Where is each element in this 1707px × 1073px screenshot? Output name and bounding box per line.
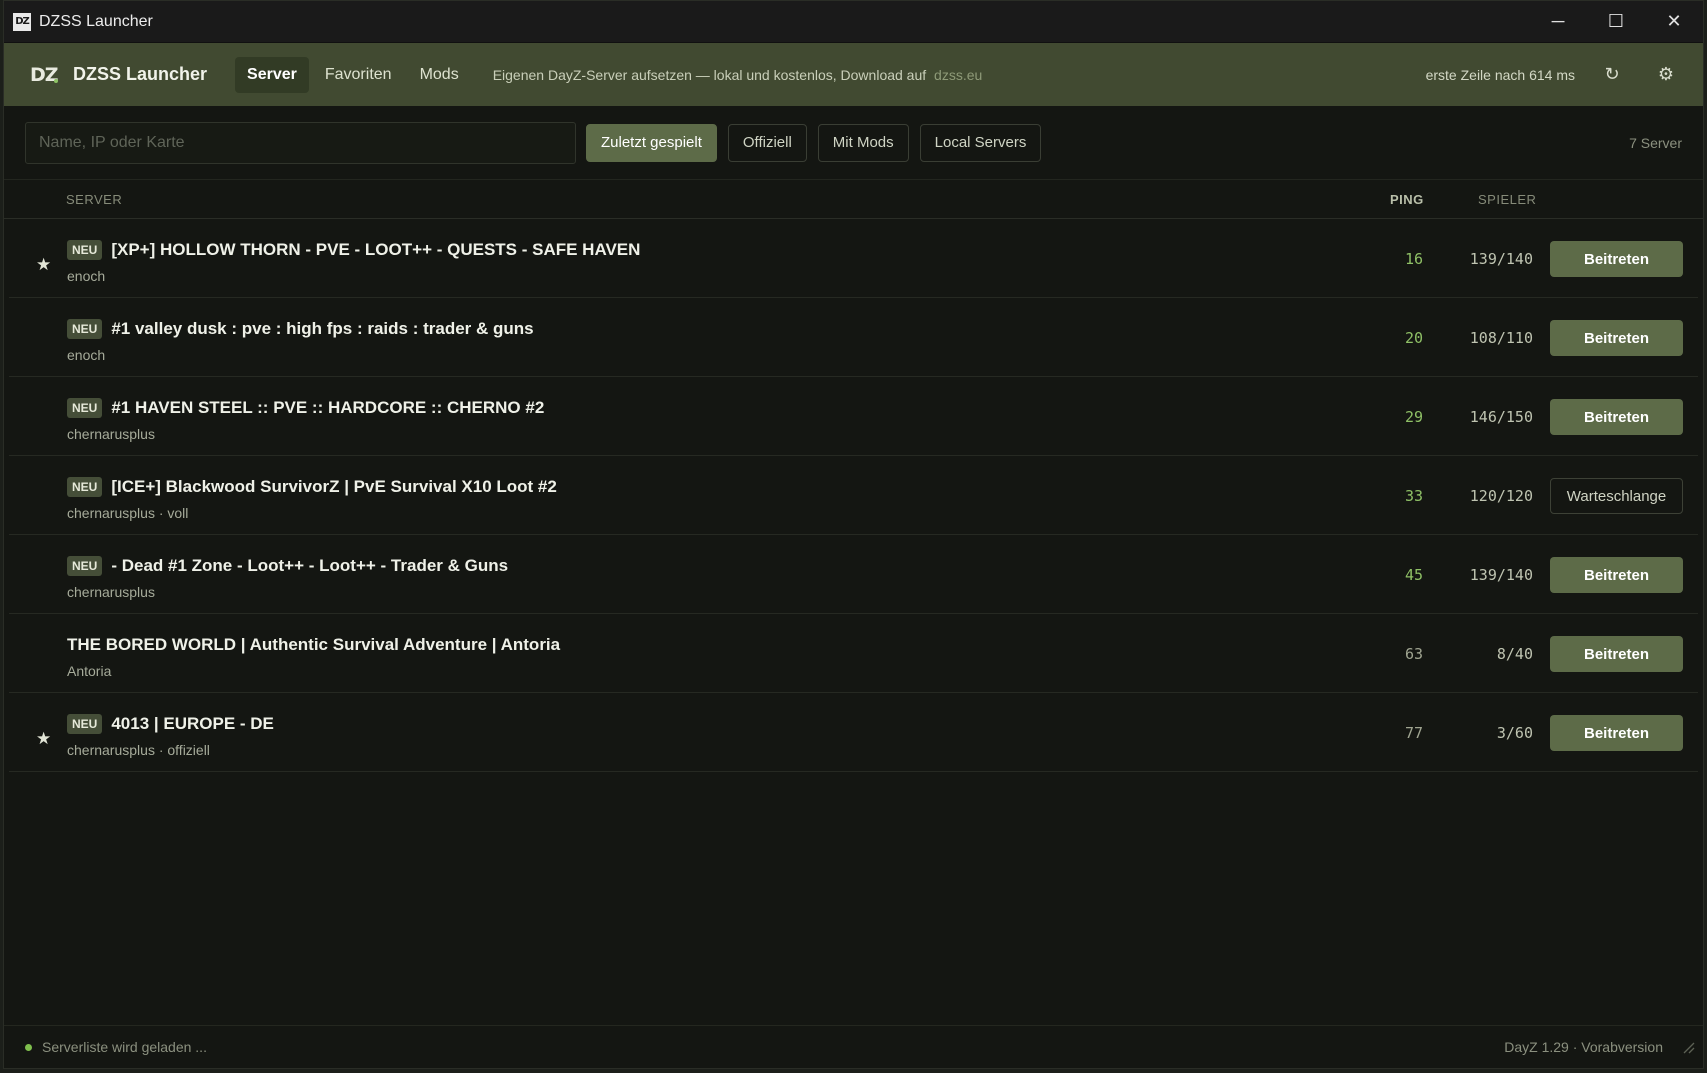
promo-banner: Eigenen DayZ-Server aufsetzen — lokal un… bbox=[493, 67, 983, 83]
new-badge: NEU bbox=[67, 556, 103, 576]
app-header: DZ DZSS Launcher Server Favoriten Mods E… bbox=[4, 43, 1703, 106]
server-players: 3/60 bbox=[1496, 724, 1533, 742]
table-row[interactable]: NEU - Dead #1 Zone - Loot++ - Loot++ - T… bbox=[9, 535, 1698, 614]
load-time-status: erste Zeile nach 614 ms bbox=[1425, 66, 1575, 83]
server-players: 139/140 bbox=[1469, 250, 1533, 268]
join-button[interactable]: Beitreten bbox=[1550, 715, 1683, 751]
filter-mit-mods[interactable]: Mit Mods bbox=[817, 123, 909, 162]
app-window: DZ DZSS Launcher ─ ☐ ✕ DZ DZSS Launcher … bbox=[3, 0, 1704, 1069]
filter-offiziell[interactable]: Offiziell bbox=[727, 123, 807, 162]
title-bar: DZ DZSS Launcher ─ ☐ ✕ bbox=[4, 1, 1703, 43]
server-players: 8/40 bbox=[1496, 645, 1533, 663]
search-input[interactable] bbox=[25, 121, 576, 164]
server-title: NEU [XP+] HOLLOW THORN - PVE - LOOT++ - … bbox=[67, 240, 640, 260]
join-button[interactable]: Beitreten bbox=[1550, 320, 1683, 356]
server-count: 7 Server bbox=[1629, 134, 1682, 151]
server-players: 108/110 bbox=[1469, 329, 1533, 347]
server-name: [XP+] HOLLOW THORN - PVE - LOOT++ - QUES… bbox=[111, 240, 641, 259]
server-ping: 45 bbox=[1404, 566, 1424, 584]
window-title: DZSS Launcher bbox=[39, 12, 153, 30]
tab-mods[interactable]: Mods bbox=[408, 57, 471, 93]
promo-text: Eigenen DayZ-Server aufsetzen — lokal un… bbox=[492, 66, 927, 83]
server-title: NEU - Dead #1 Zone - Loot++ - Loot++ - T… bbox=[67, 556, 508, 576]
column-header-ping[interactable]: PING bbox=[1390, 192, 1424, 207]
server-map: Antoria bbox=[67, 663, 112, 679]
table-header: SERVER PING SPIELER bbox=[4, 180, 1703, 219]
loading-indicator-icon bbox=[25, 1043, 32, 1051]
server-name: - Dead #1 Zone - Loot++ - Loot++ - Trade… bbox=[111, 556, 509, 575]
server-name: 4013 | EUROPE - DE bbox=[111, 714, 274, 733]
server-name: [ICE+] Blackwood SurvivorZ | PvE Surviva… bbox=[111, 477, 557, 496]
server-title: NEU #1 HAVEN STEEL :: PVE :: HARDCORE ::… bbox=[67, 398, 544, 418]
server-map: chernarusplus bbox=[67, 426, 155, 442]
table-row[interactable]: NEU #1 valley dusk : pve : high fps : ra… bbox=[9, 298, 1698, 377]
server-map: chernarusplus bbox=[67, 584, 155, 600]
table-row[interactable]: NEU [ICE+] Blackwood SurvivorZ | PvE Sur… bbox=[9, 456, 1698, 535]
server-title: NEU #1 valley dusk : pve : high fps : ra… bbox=[67, 319, 534, 339]
server-name: #1 valley dusk : pve : high fps : raids … bbox=[111, 319, 534, 338]
server-name: #1 HAVEN STEEL :: PVE :: HARDCORE :: CHE… bbox=[111, 398, 545, 417]
close-button[interactable]: ✕ bbox=[1645, 1, 1703, 42]
app-name: DZSS Launcher bbox=[73, 64, 208, 84]
tab-favoriten[interactable]: Favoriten bbox=[313, 57, 404, 93]
column-header-server[interactable]: SERVER bbox=[66, 192, 122, 207]
gear-icon[interactable]: ⚙ bbox=[1655, 64, 1677, 86]
new-badge: NEU bbox=[67, 240, 103, 260]
new-badge: NEU bbox=[67, 398, 103, 418]
new-badge: NEU bbox=[67, 319, 103, 339]
filter-local-servers[interactable]: Local Servers bbox=[919, 123, 1042, 162]
promo-link[interactable]: dzss.eu bbox=[934, 67, 982, 83]
main-nav: Server Favoriten Mods bbox=[235, 56, 471, 93]
join-button[interactable]: Beitreten bbox=[1550, 399, 1683, 435]
join-button[interactable]: Beitreten bbox=[1550, 636, 1683, 672]
server-ping: 33 bbox=[1404, 487, 1424, 505]
window-logo-icon: DZ bbox=[13, 12, 31, 31]
filter-zuletzt-gespielt[interactable]: Zuletzt gespielt bbox=[586, 123, 717, 162]
server-ping: 16 bbox=[1404, 250, 1424, 268]
table-row[interactable]: THE BORED WORLD | Authentic Survival Adv… bbox=[9, 614, 1698, 693]
server-players: 146/150 bbox=[1469, 408, 1533, 426]
server-title: NEU [ICE+] Blackwood SurvivorZ | PvE Sur… bbox=[67, 477, 557, 497]
join-button[interactable]: Beitreten bbox=[1550, 557, 1683, 593]
filter-bar: Zuletzt gespielt Offiziell Mit Mods Loca… bbox=[4, 106, 1703, 180]
new-badge: NEU bbox=[67, 714, 103, 734]
server-ping: 63 bbox=[1404, 645, 1424, 663]
join-button[interactable]: Beitreten bbox=[1550, 241, 1683, 277]
tab-server[interactable]: Server bbox=[235, 56, 309, 93]
server-map: enoch bbox=[67, 268, 106, 284]
server-title: THE BORED WORLD | Authentic Survival Adv… bbox=[67, 635, 560, 655]
queue-button[interactable]: Warteschlange bbox=[1550, 478, 1683, 514]
version-label: DayZ 1.29 · Vorabversion bbox=[1504, 1039, 1663, 1055]
new-badge: NEU bbox=[67, 477, 103, 497]
server-map: chernarusplus · voll bbox=[67, 505, 189, 521]
server-players: 120/120 bbox=[1469, 487, 1533, 505]
table-row[interactable]: ★ NEU 4013 | EUROPE - DE chernarusplus ·… bbox=[9, 693, 1698, 772]
minimize-button[interactable]: ─ bbox=[1529, 1, 1587, 42]
status-text: Serverliste wird geladen ... bbox=[42, 1039, 207, 1055]
app-logo-icon: DZ bbox=[30, 63, 59, 86]
server-map: enoch bbox=[67, 347, 106, 363]
server-list: ★ NEU [XP+] HOLLOW THORN - PVE - LOOT++ … bbox=[4, 219, 1703, 772]
status-bar: Serverliste wird geladen ... DayZ 1.29 ·… bbox=[4, 1025, 1703, 1068]
server-ping: 77 bbox=[1404, 724, 1424, 742]
server-ping: 29 bbox=[1404, 408, 1424, 426]
server-map: chernarusplus · offiziell bbox=[67, 742, 210, 758]
star-icon[interactable]: ★ bbox=[36, 255, 51, 275]
column-header-players[interactable]: SPIELER bbox=[1478, 192, 1536, 207]
server-players: 139/140 bbox=[1469, 566, 1533, 584]
table-row[interactable]: NEU #1 HAVEN STEEL :: PVE :: HARDCORE ::… bbox=[9, 377, 1698, 456]
window-controls: ─ ☐ ✕ bbox=[1529, 1, 1703, 42]
table-row[interactable]: ★ NEU [XP+] HOLLOW THORN - PVE - LOOT++ … bbox=[9, 219, 1698, 298]
maximize-button[interactable]: ☐ bbox=[1587, 1, 1645, 42]
server-title: NEU 4013 | EUROPE - DE bbox=[67, 714, 274, 734]
refresh-icon[interactable]: ↻ bbox=[1601, 64, 1623, 86]
server-ping: 20 bbox=[1404, 329, 1424, 347]
server-name: THE BORED WORLD | Authentic Survival Adv… bbox=[67, 635, 561, 654]
resize-grip-icon[interactable] bbox=[1681, 1040, 1695, 1054]
star-icon[interactable]: ★ bbox=[36, 729, 51, 749]
